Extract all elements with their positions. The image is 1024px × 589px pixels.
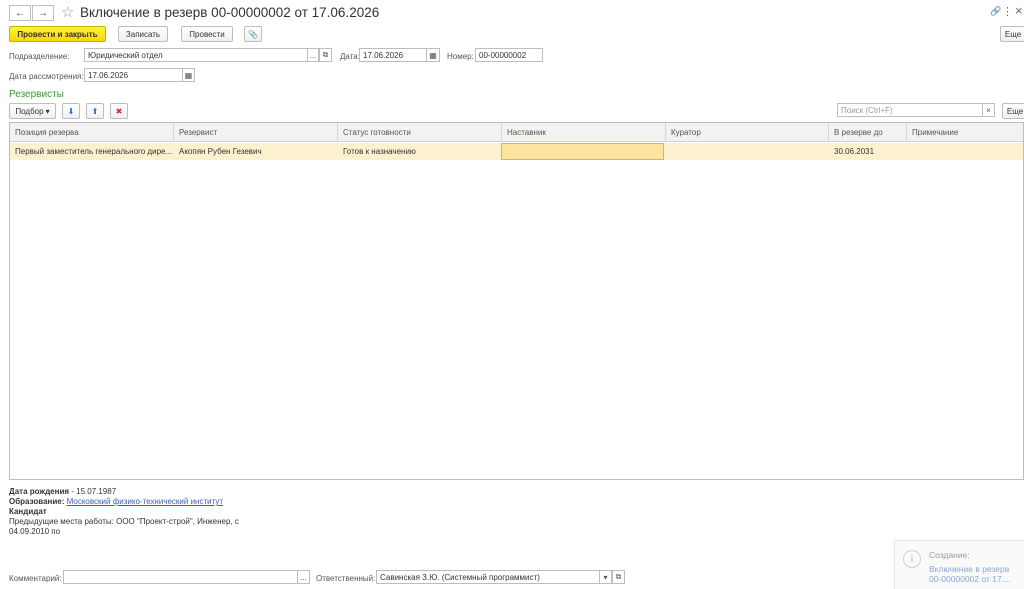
move-up-button[interactable]: ⬆ — [86, 103, 104, 119]
table-row[interactable]: Первый заместитель генерального дире... … — [10, 143, 1023, 160]
move-down-button[interactable]: ⬇ — [62, 103, 80, 119]
date-field[interactable]: 17.06.2026 — [359, 48, 427, 62]
birth-date-info: Дата рождения - 15.07.1987 — [9, 487, 116, 496]
birth-date-value: - 15.07.1987 — [69, 487, 117, 496]
education-info: Образование: Московский физико-техническ… — [9, 497, 223, 506]
open-icon: ⧉ — [615, 572, 622, 581]
date-calendar-button[interactable]: ▦ — [426, 48, 440, 62]
close-icon[interactable]: × — [1015, 3, 1023, 18]
cell-status[interactable]: Готов к назначению — [338, 143, 502, 160]
date-label: Дата: — [340, 52, 360, 61]
clear-icon: × — [986, 105, 991, 115]
education-link[interactable]: Московский физико-технический институт — [67, 497, 223, 506]
more-button[interactable]: Еще — [1000, 26, 1024, 42]
attach-button[interactable]: 📎 — [244, 26, 262, 42]
open-icon: ⧉ — [322, 50, 329, 59]
table-header: Позиция резерва Резервист Статус готовно… — [10, 123, 1023, 142]
birth-date-label: Дата рождения — [9, 487, 70, 496]
cell-position[interactable]: Первый заместитель генерального дире... — [10, 143, 174, 160]
page-title: Включение в резерв 00-00000002 от 17.06.… — [80, 5, 380, 20]
number-field[interactable]: 00-00000002 — [475, 48, 543, 62]
responsible-field[interactable]: Савинская З.Ю. (Системный программист) — [376, 570, 600, 584]
arrow-left-icon: ← — [15, 7, 25, 19]
delete-icon: ✖ — [115, 106, 123, 116]
cell-mentor[interactable] — [501, 143, 664, 160]
column-header-reserve-until[interactable]: В резерве до — [829, 123, 907, 142]
back-button[interactable]: ← — [9, 5, 31, 21]
forward-button[interactable]: → — [32, 5, 54, 21]
arrow-right-icon: → — [38, 7, 48, 19]
column-header-curator[interactable]: Куратор — [666, 123, 829, 142]
cell-curator[interactable] — [666, 143, 829, 160]
review-date-label: Дата рассмотрения: — [9, 72, 84, 81]
cell-reserve-until[interactable]: 30.06.2031 — [829, 143, 907, 160]
cell-reservist[interactable]: Акопян Рубен Гезевич — [174, 143, 338, 160]
column-header-reservist[interactable]: Резервист — [174, 123, 338, 142]
paperclip-icon: 📎 — [248, 29, 258, 39]
department-label: Подразделение: — [9, 52, 70, 61]
department-select-button[interactable]: ... — [307, 48, 319, 62]
responsible-label: Ответственный: — [316, 574, 376, 583]
department-field[interactable]: Юридический отдел — [84, 48, 308, 62]
save-button[interactable]: Записать — [118, 26, 168, 42]
reservists-section-title: Резервисты — [9, 89, 64, 100]
education-label: Образование: — [9, 497, 65, 506]
chevron-down-icon: ▾ — [45, 106, 50, 116]
column-header-mentor[interactable]: Наставник — [502, 123, 666, 142]
more-menu-icon[interactable]: ⋮ — [1002, 5, 1013, 18]
calendar-icon: ▦ — [429, 50, 437, 60]
pick-button[interactable]: Подбор ▾ — [9, 103, 56, 119]
search-input[interactable]: Поиск (Ctrl+F) — [837, 103, 983, 117]
responsible-open-button[interactable]: ⧉ — [612, 570, 625, 584]
notification-line1[interactable]: Включение в резерв — [929, 564, 1009, 574]
notification-title: Создание: — [929, 550, 970, 560]
chevron-down-icon: ▾ — [603, 572, 608, 582]
pick-button-label: Подбор — [15, 106, 44, 116]
calendar-icon: ▦ — [184, 70, 193, 80]
review-date-calendar-button[interactable]: ▦ — [182, 68, 195, 82]
column-header-note[interactable]: Примечание — [907, 123, 1024, 142]
column-header-position[interactable]: Позиция резерва — [10, 123, 174, 142]
candidate-heading: Кандидат — [9, 507, 47, 516]
comment-label: Комментарий: — [9, 574, 62, 583]
info-icon: i — [903, 550, 921, 568]
review-date-field[interactable]: 17.06.2026 — [84, 68, 183, 82]
post-button[interactable]: Провести — [181, 26, 233, 42]
notification-line2[interactable]: 00-00000002 от 17.... — [929, 574, 1011, 584]
number-label: Номер: — [447, 52, 474, 61]
link-icon[interactable]: 🔗 — [990, 6, 1001, 17]
comment-field[interactable] — [63, 570, 298, 584]
column-header-status[interactable]: Статус готовности — [338, 123, 502, 142]
delete-row-button[interactable]: ✖ — [110, 103, 128, 119]
reservists-table[interactable]: Позиция резерва Резервист Статус готовно… — [9, 122, 1024, 480]
previous-jobs-line2: 04.09.2010 по — [9, 527, 61, 536]
arrow-down-icon: ⬇ — [67, 106, 75, 116]
arrow-up-icon: ⬆ — [91, 106, 99, 116]
comment-edit-button[interactable]: ... — [297, 570, 310, 584]
previous-jobs-line1: Предыдущие места работы: ООО "Проект-стр… — [9, 517, 239, 526]
reservists-more-button[interactable]: Еще — [1002, 103, 1024, 119]
cell-note[interactable] — [907, 143, 1024, 160]
post-and-close-button[interactable]: Провести и закрыть — [9, 26, 106, 42]
notification-toast[interactable]: i Создание: Включение в резерв 00-000000… — [894, 540, 1024, 589]
department-open-button[interactable]: ⧉ — [319, 48, 332, 62]
search-clear-button[interactable]: × — [982, 103, 995, 117]
favorite-star-icon[interactable]: ☆ — [61, 3, 74, 21]
responsible-dropdown-button[interactable]: ▾ — [599, 570, 612, 584]
